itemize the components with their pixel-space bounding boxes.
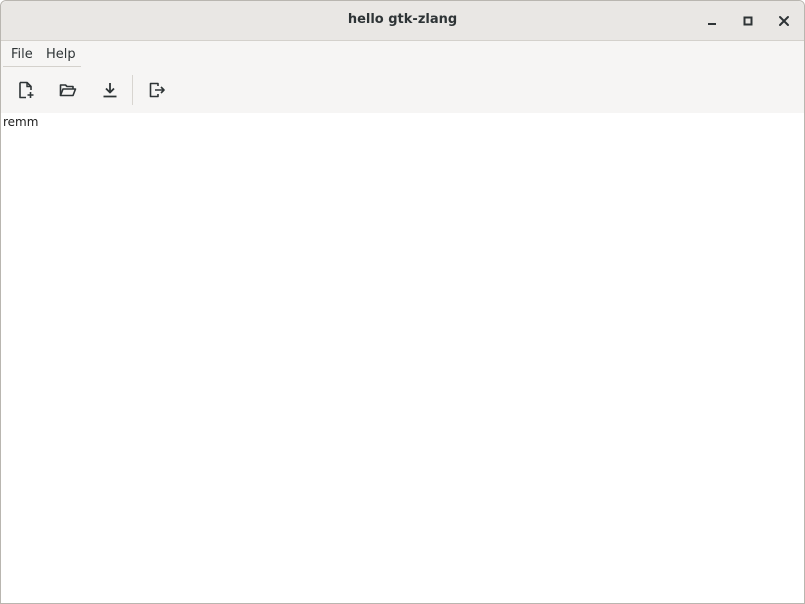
app-window: hello gtk-zlang File Help remm xyxy=(0,0,805,604)
open-folder-icon xyxy=(59,84,77,97)
minimize-button[interactable] xyxy=(700,9,724,33)
toolbar xyxy=(1,67,804,113)
new-button[interactable] xyxy=(12,77,40,103)
window-title: hello gtk-zlang xyxy=(347,12,458,27)
save-button[interactable] xyxy=(96,77,124,103)
maximize-button[interactable] xyxy=(736,9,760,33)
open-button[interactable] xyxy=(54,77,82,103)
text-content: remm xyxy=(3,115,39,129)
quit-button[interactable] xyxy=(143,77,171,103)
minimize-icon xyxy=(708,23,716,25)
close-button[interactable] xyxy=(772,9,796,33)
maximize-icon xyxy=(743,16,753,26)
menu-file[interactable]: File xyxy=(11,47,33,62)
text-view[interactable]: remm xyxy=(1,113,804,603)
title-bar[interactable]: hello gtk-zlang xyxy=(1,1,804,41)
quit-exit-icon xyxy=(149,82,165,98)
new-document-icon xyxy=(19,81,34,99)
close-icon xyxy=(779,16,789,26)
menu-bar: File Help xyxy=(1,41,804,67)
toolbar-separator xyxy=(132,75,133,105)
menu-help[interactable]: Help xyxy=(46,47,76,62)
download-save-icon xyxy=(103,83,117,98)
